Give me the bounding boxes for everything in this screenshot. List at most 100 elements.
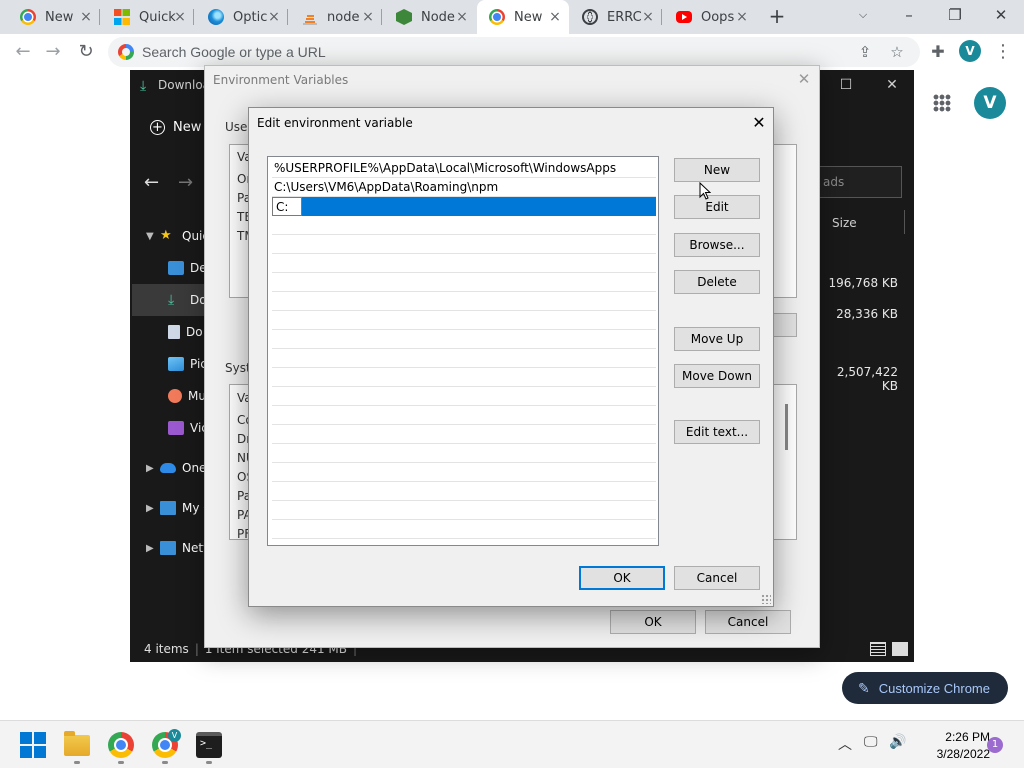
close-icon[interactable]: × <box>266 9 282 25</box>
terminal-icon[interactable] <box>196 732 222 758</box>
cancel-button[interactable]: Cancel <box>674 566 760 590</box>
nav-item-videos[interactable]: Vic <box>168 418 208 438</box>
clock-time[interactable]: 2:26 PM <box>920 730 990 744</box>
browser-tab[interactable]: node × <box>290 0 382 34</box>
minimize-icon[interactable]: – <box>886 0 932 32</box>
nav-item-desktop[interactable]: De <box>168 258 207 278</box>
network-icon[interactable]: 🖵 <box>864 734 878 750</box>
empty-row <box>272 463 656 482</box>
menu-icon[interactable]: ⋮ <box>990 39 1016 65</box>
nav-item-onedrive[interactable]: ▶ One <box>146 458 206 478</box>
nav-item-music[interactable]: Mu <box>168 386 206 406</box>
tab-search-icon[interactable]: ⌵ <box>840 0 886 32</box>
env-cancel-button[interactable]: Cancel <box>705 610 791 634</box>
restore-icon[interactable]: ❐ <box>932 0 978 32</box>
chrome-icon[interactable] <box>108 732 134 758</box>
volume-icon[interactable]: 🔊 <box>889 734 906 750</box>
empty-row <box>272 273 656 292</box>
browser-tab[interactable]: Optic × <box>196 0 288 34</box>
profile-avatar[interactable]: V <box>959 40 981 62</box>
delete-button[interactable]: Delete <box>674 270 760 294</box>
notification-badge[interactable]: 1 <box>987 737 1003 753</box>
nav-item-downloads[interactable]: ⤓ Do <box>168 290 207 310</box>
browser-tab[interactable]: ERRC × <box>570 0 662 34</box>
tiles-view-icon[interactable] <box>892 642 908 656</box>
customize-chrome-button[interactable]: ✎ Customize Chrome <box>842 672 1008 704</box>
google-icon <box>118 44 134 60</box>
path-edit-field[interactable] <box>272 197 302 216</box>
back-icon[interactable]: ← <box>10 39 36 65</box>
new-button[interactable]: New <box>674 158 760 182</box>
omnibox[interactable]: ⇪ ☆ <box>108 37 920 67</box>
file-explorer-icon[interactable] <box>64 731 90 756</box>
path-list[interactable]: %USERPROFILE%\AppData\Local\Microsoft\Wi… <box>267 156 659 546</box>
empty-row <box>272 311 656 330</box>
browser-tab[interactable]: Oops × <box>664 0 756 34</box>
edit-environment-variable-dialog: Edit environment variable ✕ %USERPROFILE… <box>248 107 774 607</box>
nav-item-quick-access[interactable]: ▼ ★ Quic <box>146 226 209 246</box>
nodejs-icon <box>396 9 412 25</box>
address-input[interactable] <box>142 37 832 67</box>
maximize-icon[interactable]: ☐ <box>836 75 856 95</box>
status-item-count: 4 items <box>144 642 189 656</box>
running-indicator <box>206 761 212 764</box>
stackoverflow-icon <box>302 9 318 25</box>
browser-tab[interactable]: New × <box>8 0 100 34</box>
star-icon: ★ <box>160 228 172 243</box>
close-icon[interactable]: × <box>78 9 94 25</box>
explorer-search[interactable]: ads <box>816 166 902 198</box>
tab-separator <box>193 9 194 25</box>
close-icon[interactable]: ✕ <box>795 70 813 88</box>
env-ok-button[interactable]: OK <box>610 610 696 634</box>
move-down-button[interactable]: Move Down <box>674 364 760 388</box>
path-entry[interactable]: C:\Users\VM6\AppData\Roaming\npm <box>272 178 656 197</box>
nav-item-pictures[interactable]: Pic <box>168 354 207 374</box>
browse-button[interactable]: Browse... <box>674 233 760 257</box>
windows-start-icon[interactable] <box>20 732 46 758</box>
empty-row <box>272 254 656 273</box>
resize-grip-icon[interactable] <box>761 594 771 604</box>
reload-icon[interactable]: ↻ <box>73 39 99 65</box>
apps-grid-icon[interactable] <box>933 94 951 112</box>
size-column-header[interactable]: Size <box>832 216 857 230</box>
move-up-button[interactable]: Move Up <box>674 327 760 351</box>
nav-item-network[interactable]: ▶ Netv <box>146 538 210 558</box>
pencil-icon: ✎ <box>858 679 870 696</box>
clock-date[interactable]: 3/28/2022 <box>920 747 990 761</box>
nav-item-documents[interactable]: Do <box>168 322 203 342</box>
path-entry-selected[interactable] <box>272 197 656 216</box>
extensions-icon[interactable]: ✚ <box>925 39 951 65</box>
close-icon[interactable]: × <box>640 9 656 25</box>
browser-tab-active[interactable]: New × <box>477 0 569 34</box>
edit-button[interactable]: Edit <box>674 195 760 219</box>
nav-item-this-pc[interactable]: ▶ My C <box>146 498 212 518</box>
back-arrow-icon[interactable]: ← <box>144 172 159 193</box>
share-icon[interactable]: ⇪ <box>854 41 876 63</box>
tab-title: Node <box>421 9 455 25</box>
browser-tab[interactable]: Node × <box>384 0 476 34</box>
forward-arrow-icon[interactable]: → <box>178 172 193 193</box>
close-icon[interactable]: ✕ <box>749 113 769 133</box>
chevron-up-icon[interactable]: ︿ <box>838 734 852 754</box>
close-icon[interactable]: ✕ <box>882 75 902 95</box>
close-icon[interactable]: × <box>172 9 188 25</box>
close-window-icon[interactable]: ✕ <box>978 0 1024 32</box>
new-tab-button[interactable]: + <box>766 6 788 28</box>
close-icon[interactable]: × <box>454 9 470 25</box>
close-icon[interactable]: × <box>360 9 376 25</box>
edit-text-button[interactable]: Edit text... <box>674 420 760 444</box>
details-view-icon[interactable] <box>870 642 886 656</box>
close-icon[interactable]: × <box>547 9 563 25</box>
browser-tab[interactable]: Quick × <box>102 0 194 34</box>
empty-row <box>272 349 656 368</box>
path-entry[interactable]: %USERPROFILE%\AppData\Local\Microsoft\Wi… <box>272 159 656 178</box>
close-icon[interactable]: × <box>734 9 750 25</box>
account-avatar[interactable]: V <box>974 87 1006 119</box>
explorer-new-button[interactable]: + New <box>150 120 201 135</box>
ok-button[interactable]: OK <box>579 566 665 590</box>
customize-chrome-label: Customize Chrome <box>878 680 990 696</box>
scrollbar-thumb[interactable] <box>785 404 788 450</box>
forward-icon[interactable]: → <box>40 39 66 65</box>
running-indicator <box>74 761 80 764</box>
bookmark-star-icon[interactable]: ☆ <box>886 41 908 63</box>
